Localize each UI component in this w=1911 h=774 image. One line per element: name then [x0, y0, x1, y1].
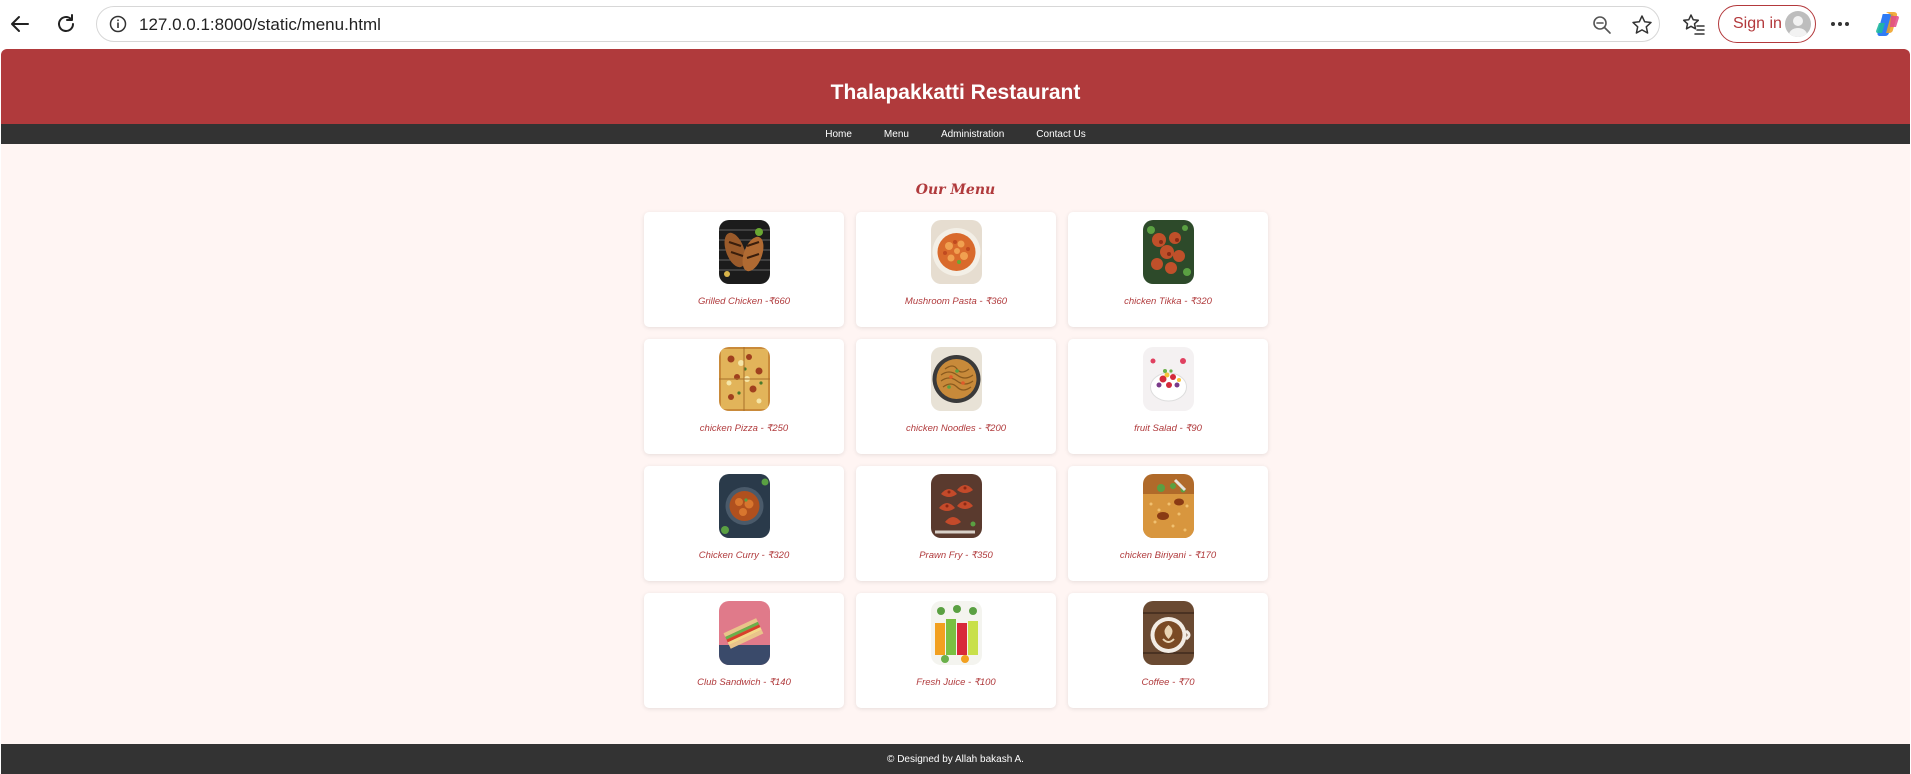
site-footer: © Designed by Allah bakash A.: [1, 744, 1910, 774]
fresh-juice-image: [931, 601, 982, 665]
menu-card-chicken-biriyani[interactable]: chicken Biriyani - ₹170: [1068, 466, 1268, 581]
menu-item-label: chicken Noodles - ₹200: [905, 423, 1007, 434]
menu-item-label: chicken Tikka - ₹320: [1124, 296, 1212, 307]
menu-card-chicken-tikka[interactable]: chicken Tikka - ₹320: [1068, 212, 1268, 327]
menu-card-club-sandwich[interactable]: Club Sandwich - ₹140: [644, 593, 844, 708]
mushroom-pasta-image: [931, 220, 982, 284]
nav-link-administration[interactable]: Administration: [941, 129, 1004, 140]
favorite-star-icon[interactable]: [1631, 14, 1653, 36]
fruit-salad-image: [1143, 347, 1194, 411]
menu-card-grilled-chicken[interactable]: Grilled Chicken -₹660: [644, 212, 844, 327]
menu-item-label: Club Sandwich - ₹140: [697, 677, 791, 688]
footer-text: © Designed by Allah bakash A.: [887, 753, 1024, 765]
site-nav: Home Menu Administration Contact Us: [1, 124, 1910, 144]
sign-in-button[interactable]: Sign in: [1718, 5, 1816, 43]
menu-card-chicken-noodles[interactable]: chicken Noodles - ₹200: [856, 339, 1056, 454]
back-arrow-icon[interactable]: [4, 8, 36, 40]
menu-item-label: fruit Salad - ₹90: [1134, 423, 1202, 434]
more-options-icon[interactable]: [1824, 8, 1856, 40]
profile-avatar-icon: [1785, 11, 1811, 37]
menu-item-label: chicken Pizza - ₹250: [699, 423, 789, 434]
prawn-fry-image: [931, 474, 982, 538]
nav-link-menu[interactable]: Menu: [884, 129, 909, 140]
chicken-tikka-image: [1143, 220, 1194, 284]
chicken-noodles-image: [931, 347, 982, 411]
menu-item-label: Fresh Juice - ₹100: [916, 677, 996, 688]
menu-item-label: Mushroom Pasta - ₹360: [904, 296, 1008, 307]
menu-item-label: Chicken Curry - ₹320: [698, 550, 790, 561]
menu-grid: Grilled Chicken -₹660 Mushroom Pasta - ₹…: [644, 212, 1271, 708]
menu-card-fresh-juice[interactable]: Fresh Juice - ₹100: [856, 593, 1056, 708]
reload-icon[interactable]: [50, 8, 82, 40]
chicken-pizza-image: [719, 347, 770, 411]
menu-card-chicken-curry[interactable]: Chicken Curry - ₹320: [644, 466, 844, 581]
menu-item-label: Coffee - ₹70: [1141, 677, 1195, 688]
url-text[interactable]: 127.0.0.1:8000/static/menu.html: [139, 15, 381, 35]
menu-card-prawn-fry[interactable]: Prawn Fry - ₹350: [856, 466, 1056, 581]
menu-item-label: Prawn Fry - ₹350: [919, 550, 993, 561]
menu-item-label: chicken Biriyani - ₹170: [1119, 550, 1217, 561]
chicken-biriyani-image: [1143, 474, 1194, 538]
sign-in-label: Sign in: [1733, 15, 1782, 32]
menu-card-mushroom-pasta[interactable]: Mushroom Pasta - ₹360: [856, 212, 1056, 327]
menu-card-coffee[interactable]: Coffee - ₹70: [1068, 593, 1268, 708]
chicken-curry-image: [719, 474, 770, 538]
site-title: Thalapakkatti Restaurant: [830, 80, 1081, 104]
nav-link-contact-us[interactable]: Contact Us: [1036, 129, 1085, 140]
site-info-icon[interactable]: [109, 15, 127, 33]
site-header: Thalapakkatti Restaurant: [1, 49, 1910, 124]
menu-heading: Our Menu: [915, 182, 996, 198]
menu-item-label: Grilled Chicken -₹660: [697, 296, 791, 307]
menu-card-chicken-pizza[interactable]: chicken Pizza - ₹250: [644, 339, 844, 454]
coffee-image: [1143, 601, 1194, 665]
zoom-out-icon[interactable]: [1591, 14, 1613, 36]
nav-link-home[interactable]: Home: [825, 129, 852, 140]
browser-toolbar: 127.0.0.1:8000/static/menu.html Sign in: [0, 0, 1911, 48]
address-bar[interactable]: 127.0.0.1:8000/static/menu.html: [96, 6, 1660, 42]
menu-card-fruit-salad[interactable]: fruit Salad - ₹90: [1068, 339, 1268, 454]
copilot-icon[interactable]: [1872, 8, 1904, 40]
favorites-list-icon[interactable]: [1678, 8, 1710, 40]
grilled-chicken-image: [719, 220, 770, 284]
page-viewport: Thalapakkatti Restaurant Home Menu Admin…: [1, 49, 1910, 774]
club-sandwich-image: [719, 601, 770, 665]
